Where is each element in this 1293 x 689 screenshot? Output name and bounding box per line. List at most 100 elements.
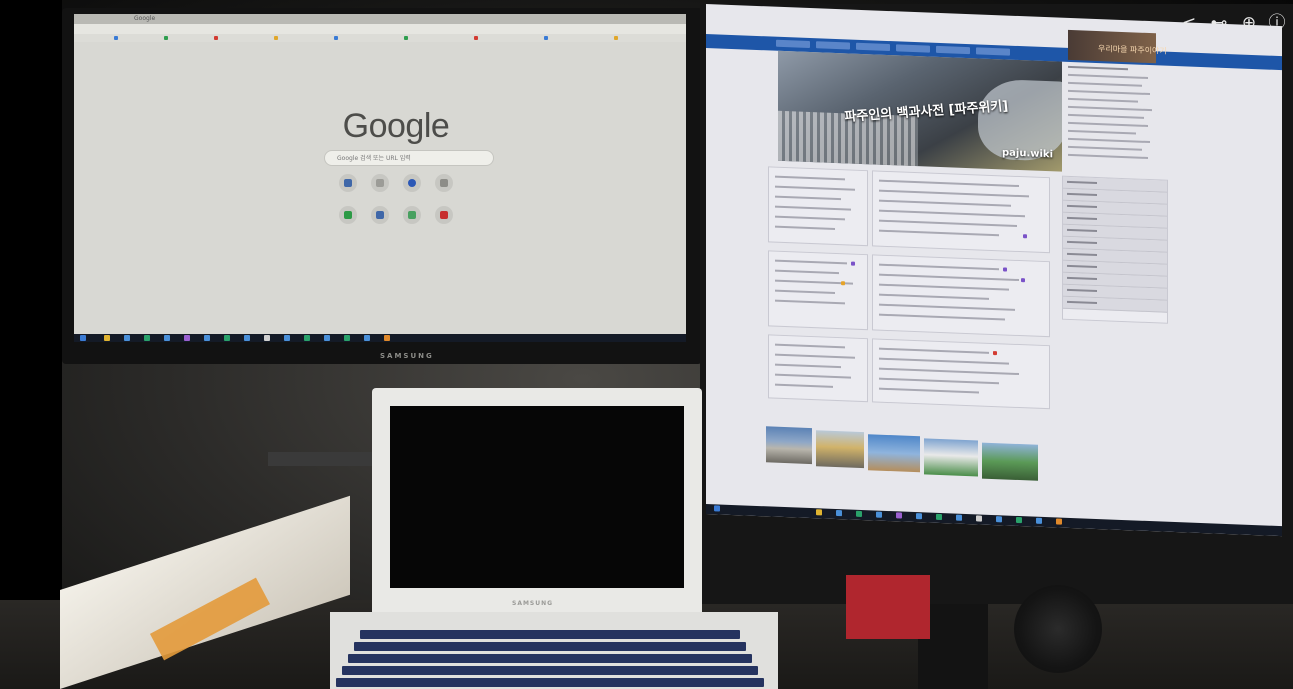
taskbar-app-icon[interactable] xyxy=(1036,517,1042,524)
wiki-nav-item[interactable] xyxy=(896,44,930,53)
panel-text-line xyxy=(775,205,851,211)
wiki-photo-thumbnail[interactable] xyxy=(924,438,978,477)
shortcut-tile[interactable] xyxy=(371,206,389,224)
taskbar-app-icon[interactable] xyxy=(996,516,1002,523)
start-icon[interactable] xyxy=(714,505,720,512)
shortcut-tile[interactable] xyxy=(403,206,421,224)
browser-address-bar xyxy=(74,24,686,34)
photo-scene: Google Google Google 검색 또는 URL 입력 SAMSUN… xyxy=(0,0,1293,689)
wiki-sidebar-menu xyxy=(1062,175,1168,324)
taskbar-app-icon[interactable] xyxy=(836,509,842,517)
desk-lamp-arm xyxy=(268,452,376,466)
sidebar-text-line xyxy=(1068,105,1152,112)
shortcut-icon xyxy=(440,179,448,187)
wiki-nav-item[interactable] xyxy=(976,47,1010,56)
laptop-keyboard-deck xyxy=(330,612,778,689)
panel-text-line xyxy=(879,377,999,385)
sidebar-text-line xyxy=(1068,153,1148,159)
wiki-side-banner[interactable]: 우리마을 파주이야기 xyxy=(1068,29,1167,64)
panel-text-line xyxy=(879,219,1017,227)
keyboard-row xyxy=(348,654,752,663)
keyboard-row xyxy=(360,630,740,639)
taskbar-app-icon[interactable] xyxy=(916,513,922,520)
panel-text-line xyxy=(775,343,845,349)
menu-label xyxy=(1067,216,1097,221)
shortcut-tile[interactable] xyxy=(339,174,357,192)
keyboard-row xyxy=(342,666,758,675)
bookmark-icon xyxy=(164,36,168,40)
taskbar-app-icon[interactable] xyxy=(224,335,230,341)
sidebar-text-line xyxy=(1068,121,1148,127)
wiki-nav-item[interactable] xyxy=(856,42,890,52)
taskbar-app-icon[interactable] xyxy=(1016,516,1022,524)
wiki-photo-thumbnail[interactable] xyxy=(816,430,864,469)
laptop-lid: SAMSUNG xyxy=(372,388,702,616)
sidebar-text-line xyxy=(1068,97,1138,103)
wiki-photo-thumbnail[interactable] xyxy=(766,426,812,465)
panel-text-line xyxy=(879,209,1025,218)
info-icon[interactable]: ⓘ xyxy=(1266,12,1288,34)
browser-bookmarks-bar xyxy=(74,34,686,42)
taskbar-app-icon[interactable] xyxy=(244,335,250,341)
panel-text-line xyxy=(775,363,841,369)
taskbar-app-icon[interactable] xyxy=(936,513,942,521)
taskbar-app-icon[interactable] xyxy=(344,335,350,341)
sidebar-text-line xyxy=(1068,73,1148,79)
shortcut-icon xyxy=(344,211,352,219)
taskbar-app-icon[interactable] xyxy=(264,335,270,341)
folder-icon[interactable] xyxy=(816,509,822,516)
sidebar-text-line xyxy=(1068,81,1142,87)
shortcut-tile[interactable] xyxy=(339,206,357,224)
taskbar-app-icon[interactable] xyxy=(164,335,170,341)
right-monitor: 파주인의 백과사전 [파주위키] paju.wiki 우리마을 파주이야기 xyxy=(700,4,1293,604)
bookmark-icon xyxy=(474,36,478,40)
taskbar-app-icon[interactable] xyxy=(284,335,290,341)
wiki-nav-item[interactable] xyxy=(776,39,810,48)
zoom-in-icon[interactable]: ⊕ xyxy=(1238,12,1260,34)
google-search-box[interactable]: Google 검색 또는 URL 입력 xyxy=(324,150,494,166)
taskbar-app-icon[interactable] xyxy=(124,335,130,341)
badge-icon xyxy=(993,351,997,356)
menu-label xyxy=(1067,264,1097,269)
panel-text-line xyxy=(879,303,1015,311)
taskbar-app-icon[interactable] xyxy=(144,335,150,341)
speaker xyxy=(1014,585,1102,673)
left-monitor: Google Google Google 검색 또는 URL 입력 SAMSUN… xyxy=(62,8,702,364)
shortcut-icon xyxy=(344,179,352,187)
wiki-nav-item[interactable] xyxy=(936,45,970,55)
taskbar-app-icon[interactable] xyxy=(204,335,210,341)
taskbar-app-icon[interactable] xyxy=(956,514,962,521)
settings-sliders-icon[interactable]: ⊷ xyxy=(1208,12,1230,34)
share-icon[interactable]: < xyxy=(1178,12,1200,34)
menu-label xyxy=(1067,288,1097,293)
wiki-nav-item[interactable] xyxy=(816,41,850,50)
taskbar-app-icon[interactable] xyxy=(896,512,902,519)
taskbar-app-icon[interactable] xyxy=(304,335,310,341)
folder-icon[interactable] xyxy=(104,335,110,341)
taskbar-app-icon[interactable] xyxy=(976,515,982,522)
shortcut-tile[interactable] xyxy=(435,174,453,192)
wiki-hero-banner[interactable]: 파주인의 백과사전 [파주위키] paju.wiki xyxy=(778,50,1062,172)
wiki-photo-thumbnail[interactable] xyxy=(982,442,1038,481)
shortcut-tile[interactable] xyxy=(371,174,389,192)
panel-text-line xyxy=(879,367,1019,376)
shortcut-icon xyxy=(376,211,384,219)
menu-label xyxy=(1067,276,1097,281)
shortcut-tile[interactable] xyxy=(435,206,453,224)
taskbar-app-icon[interactable] xyxy=(876,511,882,518)
start-icon[interactable] xyxy=(80,335,86,341)
panel-text-line xyxy=(775,353,855,359)
taskbar-app-icon[interactable] xyxy=(1056,518,1062,525)
shortcut-tile[interactable] xyxy=(403,174,421,192)
taskbar-app-icon[interactable] xyxy=(384,335,390,341)
panel-text-line xyxy=(879,347,989,354)
taskbar-app-icon[interactable] xyxy=(184,335,190,341)
wiki-content-panel xyxy=(768,334,868,403)
wiki-content-panel xyxy=(872,338,1050,410)
panel-text-line xyxy=(879,293,989,300)
panel-text-line xyxy=(879,283,1009,291)
wiki-photo-thumbnail[interactable] xyxy=(868,434,920,473)
taskbar-app-icon[interactable] xyxy=(856,510,862,517)
taskbar-app-icon[interactable] xyxy=(364,335,370,341)
taskbar-app-icon[interactable] xyxy=(324,335,330,341)
